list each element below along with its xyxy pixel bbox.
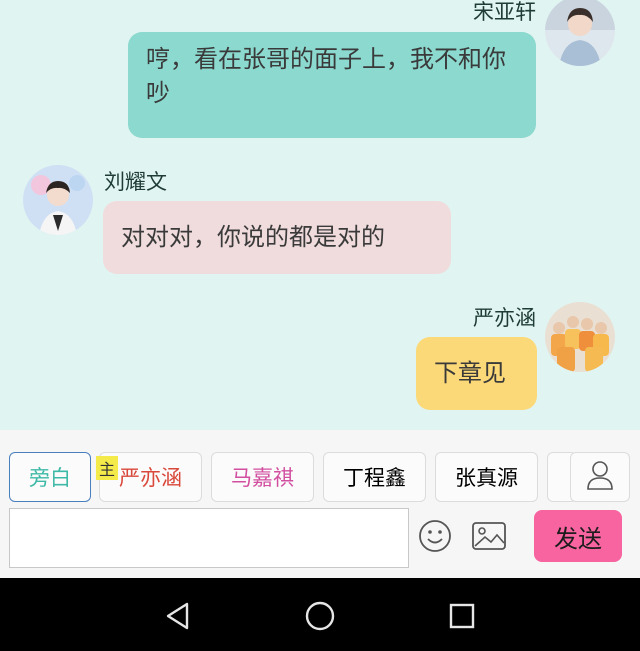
character-tab-narration[interactable]: 旁白	[9, 452, 91, 502]
message-text: 下章见	[434, 359, 506, 387]
recent-square-icon[interactable]	[442, 596, 482, 636]
avatar[interactable]	[545, 0, 615, 66]
back-triangle-icon[interactable]	[158, 596, 198, 636]
avatar[interactable]	[23, 165, 93, 235]
message-bubble: 哼，看在张哥的面子上，我不和你吵	[128, 32, 536, 138]
message-bubble: 对对对，你说的都是对的	[103, 201, 451, 274]
send-button-label: 发送	[554, 524, 602, 553]
speaker-name: 宋亚轩	[473, 0, 536, 24]
character-tab-label: 严亦涵	[119, 466, 182, 490]
smiley-icon	[417, 518, 453, 558]
chat-area: 宋亚轩 哼，看在张哥的面子上，我不和你吵 刘耀文 对对对，你说的都是对的 严亦涵	[0, 0, 640, 430]
send-button[interactable]: 发送	[534, 510, 622, 562]
character-tab-label: 马嘉祺	[231, 466, 294, 490]
avatar[interactable]	[545, 302, 615, 372]
message-text: 对对对，你说的都是对的	[121, 223, 385, 251]
speaker-name: 严亦涵	[473, 306, 536, 330]
character-tab-label: 丁程鑫	[343, 466, 406, 490]
system-nav-bar	[0, 578, 640, 651]
home-circle-icon[interactable]	[300, 596, 340, 636]
message-text: 哼，看在张哥的面子上，我不和你吵	[146, 45, 506, 107]
character-tab[interactable]: 丁程鑫	[323, 452, 426, 502]
emoji-button[interactable]	[415, 518, 455, 558]
person-icon	[586, 460, 614, 494]
character-tab[interactable]: 张真源	[435, 452, 538, 502]
speaker-name: 刘耀文	[104, 170, 167, 194]
message-input[interactable]	[9, 508, 409, 568]
message-bubble: 下章见	[416, 337, 537, 410]
image-button[interactable]	[469, 518, 509, 558]
character-tab[interactable]: 马嘉祺	[211, 452, 314, 502]
character-tab-label: 张真源	[455, 466, 518, 490]
character-tab-label: 旁白	[29, 466, 71, 490]
composer-toolbar: 旁白 严亦涵 主 马嘉祺 丁程鑫 张真源 发送	[0, 430, 640, 578]
main-character-badge: 主	[96, 456, 118, 480]
character-manage-button[interactable]	[570, 452, 630, 502]
image-icon	[471, 520, 507, 556]
